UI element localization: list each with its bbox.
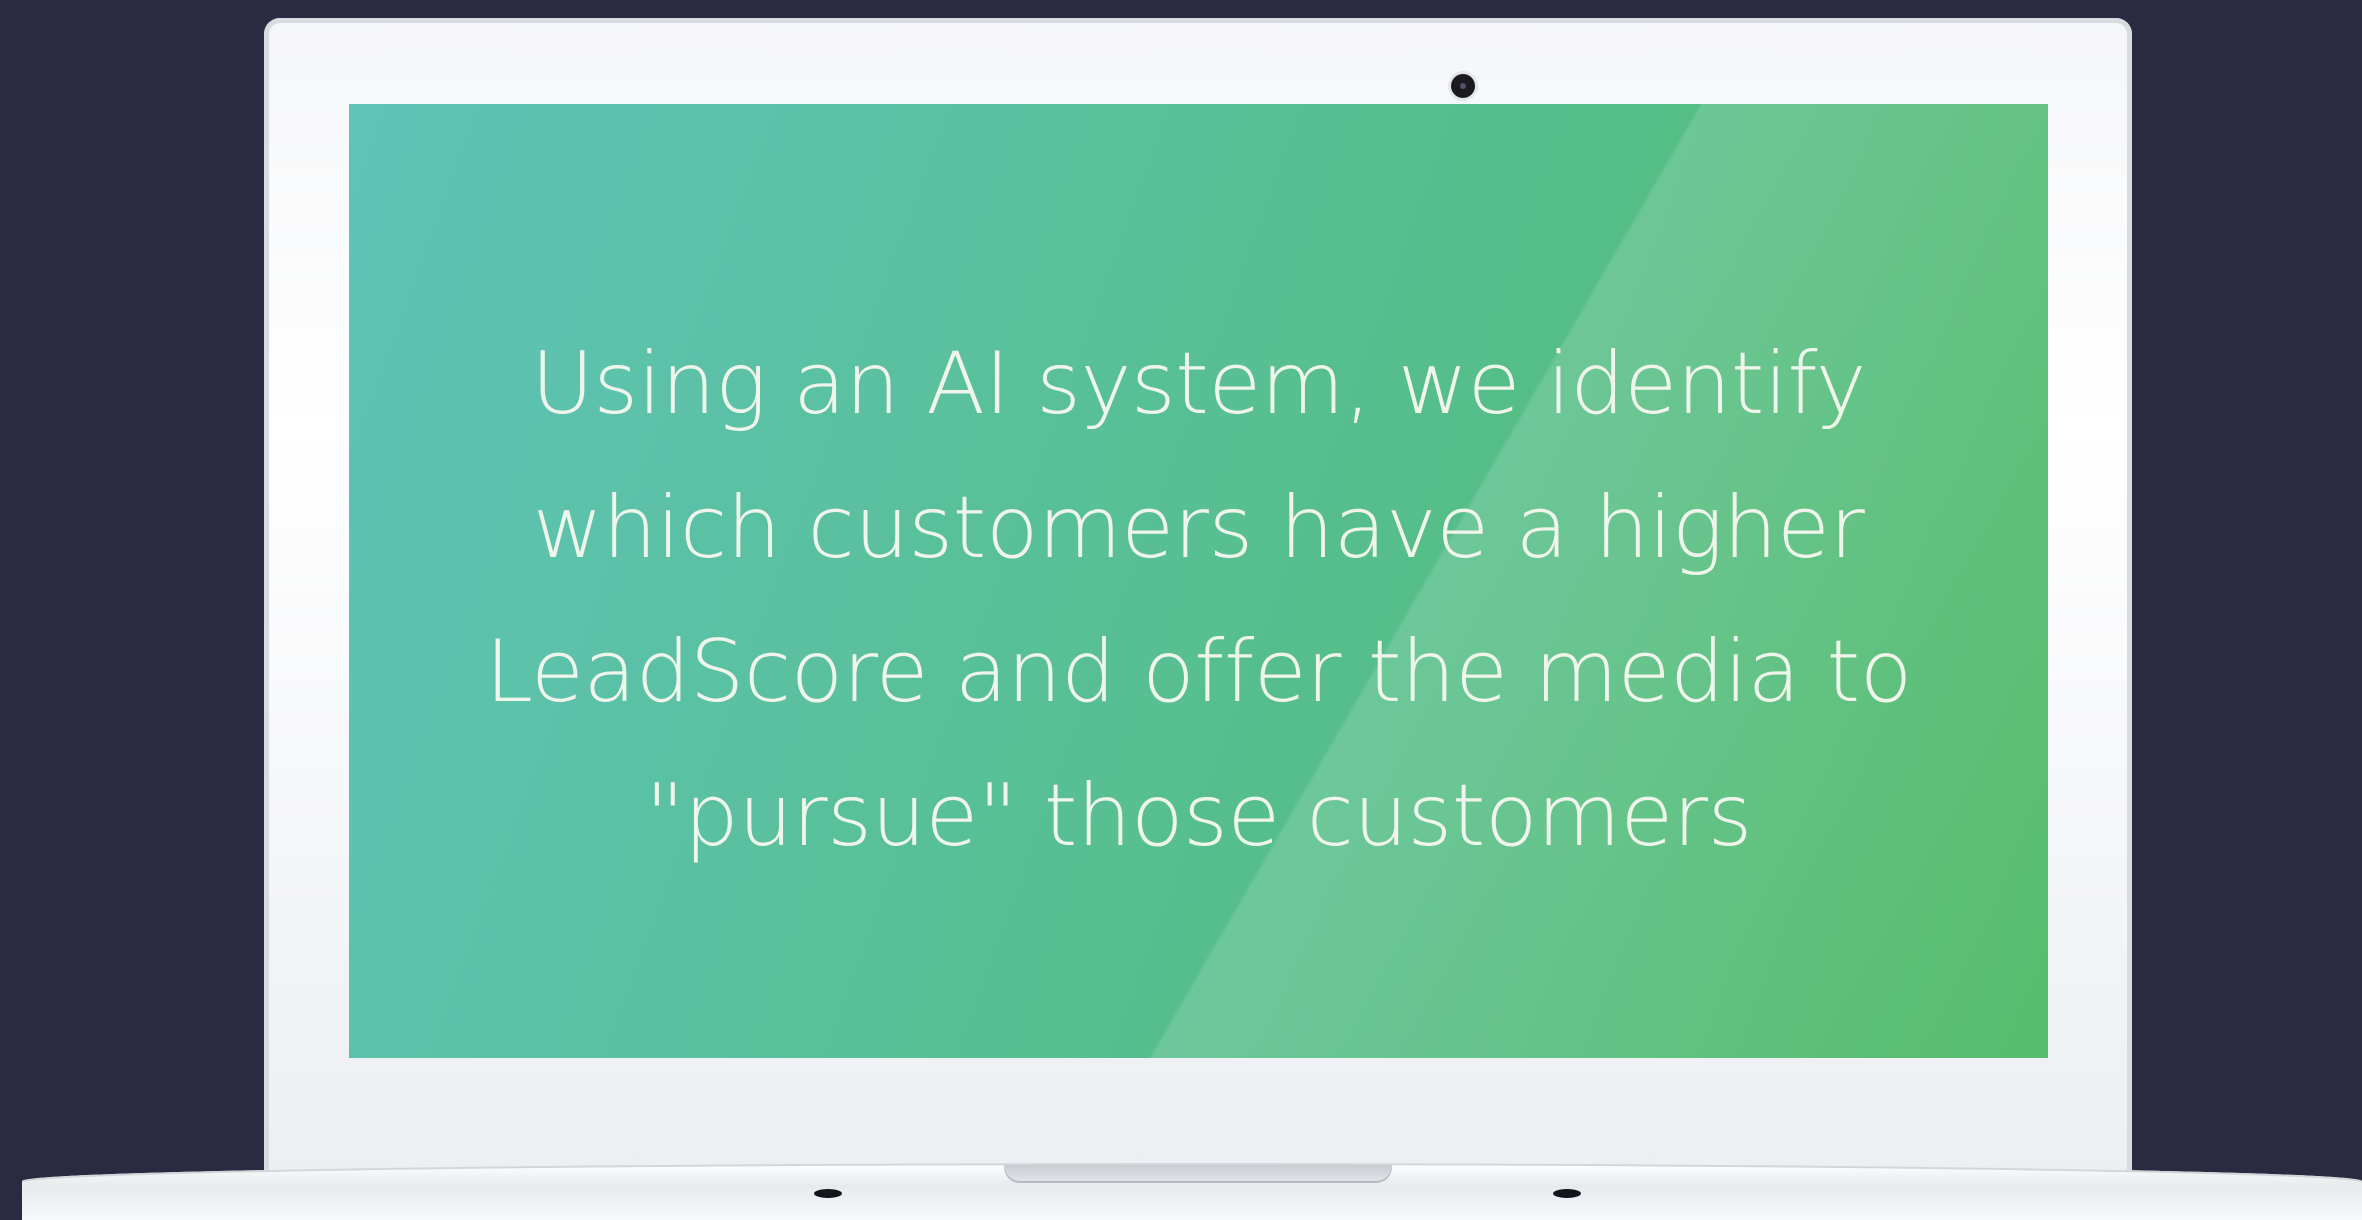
webcam-icon <box>1451 74 1475 98</box>
hinge-notch <box>1004 1165 1392 1183</box>
laptop-foot-right <box>1553 1189 1581 1198</box>
screen-message: Using an AI system, we identify which cu… <box>485 334 1912 866</box>
laptop-foot-left <box>814 1189 842 1198</box>
laptop-screen: Using an AI system, we identify which cu… <box>349 104 2048 1058</box>
